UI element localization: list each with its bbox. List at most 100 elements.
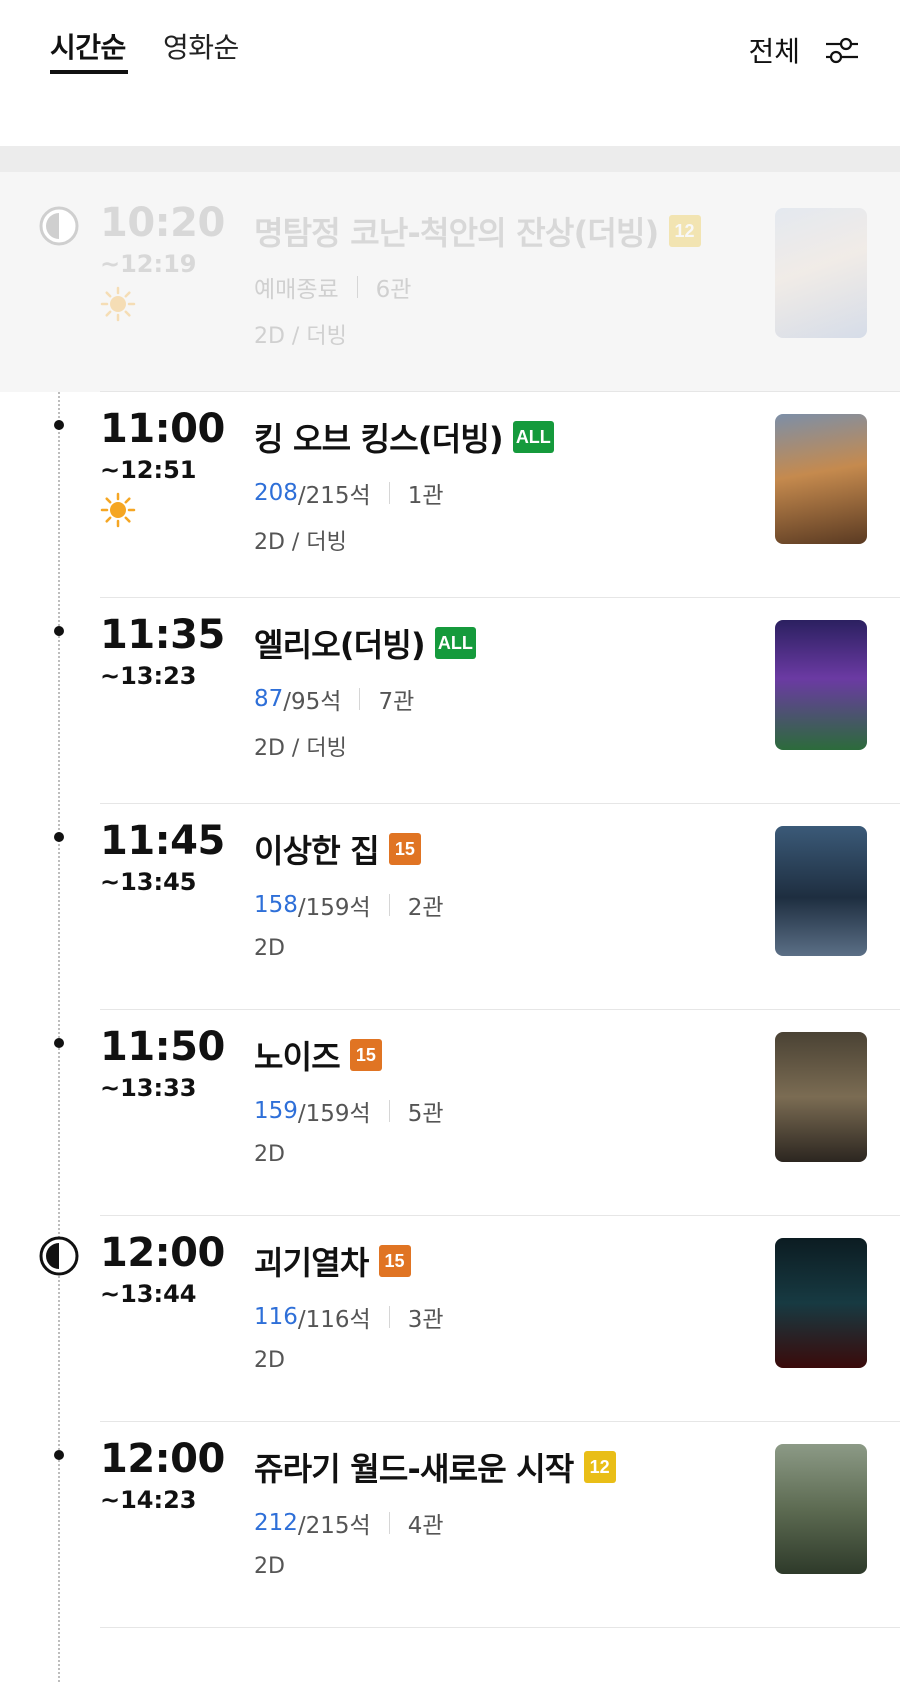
seats-info: 212/215석 4관	[254, 1506, 444, 1540]
header: 시간순 영화순 전체	[0, 0, 900, 146]
movie-poster[interactable]	[775, 1238, 867, 1368]
seats-total: /159석	[297, 1101, 371, 1127]
movie-poster[interactable]	[775, 826, 867, 956]
end-time: ~13:45	[100, 868, 197, 896]
movie-title: 명탐정 코난-척안의 잔상(더빙)	[254, 214, 659, 252]
end-time: ~14:23	[100, 1486, 197, 1514]
movie-title: 킹 오브 킹스(더빙)	[254, 420, 504, 458]
title-line: 괴기열차 15	[254, 1238, 411, 1284]
active-tab-indicator	[50, 70, 128, 74]
separator	[356, 276, 358, 298]
movie-title: 괴기열차	[254, 1244, 369, 1282]
seats-available: 158	[254, 892, 298, 918]
hall-number: 3관	[407, 1307, 444, 1333]
movie-poster[interactable]	[775, 208, 867, 338]
showtime-row[interactable]: 12:00 ~13:44 괴기열차 15 116/116석 3관 2D	[0, 1202, 900, 1422]
seats-info: 116/116석 3관	[254, 1300, 444, 1334]
separator	[388, 1306, 390, 1328]
seats-total: /116석	[297, 1307, 371, 1333]
showtime-row[interactable]: 11:00 ~12:51 킹 오브 킹스(더빙) ALL 208/215석 1관 …	[0, 378, 900, 598]
seats-info: 158/159석 2관	[254, 888, 444, 922]
seats-available: 159	[254, 1098, 298, 1124]
movie-title: 노이즈	[254, 1038, 341, 1076]
movie-poster[interactable]	[775, 1032, 867, 1162]
hall-number: 7관	[378, 689, 415, 715]
age-rating-badge: ALL	[512, 421, 554, 453]
seats-info: 87/95석 7관	[254, 682, 414, 716]
start-time: 11:45	[100, 818, 225, 864]
movie-poster[interactable]	[775, 620, 867, 750]
start-time: 12:00	[100, 1230, 225, 1276]
title-line: 엘리오(더빙) ALL	[254, 620, 476, 666]
clock-half-icon	[39, 206, 79, 246]
age-rating-badge: 15	[349, 1039, 382, 1071]
end-time: ~12:51	[100, 456, 197, 484]
title-line: 킹 오브 킹스(더빙) ALL	[254, 414, 554, 460]
end-time: ~12:19	[100, 250, 197, 278]
movie-poster[interactable]	[775, 414, 867, 544]
age-rating-badge: 15	[388, 833, 421, 865]
hall-number: 5관	[407, 1101, 444, 1127]
seats-info: 208/215석 1관	[254, 476, 444, 510]
end-time: ~13:33	[100, 1074, 197, 1102]
sun-icon	[100, 286, 136, 322]
sun-icon	[100, 492, 136, 528]
movie-title: 엘리오(더빙)	[254, 626, 426, 664]
title-line: 쥬라기 월드-새로운 시작 12	[254, 1444, 616, 1490]
hall-number: 6관	[375, 277, 412, 303]
format-label: 2D / 더빙	[254, 324, 347, 349]
separator	[388, 894, 390, 916]
separator	[359, 688, 361, 710]
start-time: 12:00	[100, 1436, 225, 1482]
seats-available: 87	[254, 686, 284, 712]
start-time: 11:35	[100, 612, 225, 658]
movie-title: 이상한 집	[254, 832, 380, 870]
title-line: 노이즈 15	[254, 1032, 382, 1078]
seats-info: 예매종료 6관	[254, 270, 411, 304]
seats-total: /159석	[297, 895, 371, 921]
showtime-row[interactable]: 12:00 ~14:23 쥬라기 월드-새로운 시작 12 212/215석 4관…	[0, 1408, 900, 1628]
seats-total: /95석	[283, 689, 342, 715]
title-line: 명탐정 코난-척안의 잔상(더빙) 12	[254, 208, 701, 254]
format-label: 2D	[254, 1348, 285, 1373]
age-rating-badge: 12	[583, 1451, 616, 1483]
showtime-row[interactable]: 11:45 ~13:45 이상한 집 15 158/159석 2관 2D	[0, 790, 900, 1010]
seats-total: /215석	[297, 1513, 371, 1539]
seats-total: /215석	[297, 483, 371, 509]
format-label: 2D	[254, 1554, 285, 1579]
clock-half-icon	[39, 1236, 79, 1276]
title-line: 이상한 집 15	[254, 826, 421, 872]
format-label: 2D / 더빙	[254, 530, 347, 555]
movie-poster[interactable]	[775, 1444, 867, 1574]
filter-sliders-icon[interactable]	[822, 34, 862, 66]
seats-available: 208	[254, 480, 298, 506]
movie-title: 쥬라기 월드-새로운 시작	[254, 1450, 574, 1488]
showtime-row[interactable]: 10:20 ~12:19 명탐정 코난-척안의 잔상(더빙) 12 예매종료 6관…	[0, 172, 900, 392]
start-time: 11:00	[100, 406, 225, 452]
hall-number: 4관	[407, 1513, 444, 1539]
timeline-dot-icon	[54, 1450, 64, 1460]
showtime-row[interactable]: 11:50 ~13:33 노이즈 15 159/159석 5관 2D	[0, 996, 900, 1216]
format-label: 2D / 더빙	[254, 736, 347, 761]
tab-by-movie[interactable]: 영화순	[163, 26, 239, 66]
showtime-row[interactable]: 11:35 ~13:23 엘리오(더빙) ALL 87/95석 7관 2D / 더…	[0, 584, 900, 804]
end-time: ~13:44	[100, 1280, 197, 1308]
timeline-dot-icon	[54, 832, 64, 842]
booking-status: 예매종료	[254, 277, 339, 303]
seats-available: 212	[254, 1510, 298, 1536]
filter-all-button[interactable]: 전체	[748, 30, 800, 70]
age-rating-badge: 12	[668, 215, 701, 247]
age-rating-badge: 15	[378, 1245, 411, 1277]
section-divider	[0, 146, 900, 172]
timeline-dot-icon	[54, 1038, 64, 1048]
end-time: ~13:23	[100, 662, 197, 690]
separator	[388, 1100, 390, 1122]
timeline-dot-icon	[54, 626, 64, 636]
format-label: 2D	[254, 936, 285, 961]
seats-available: 116	[254, 1304, 298, 1330]
tab-by-time[interactable]: 시간순	[50, 26, 126, 66]
start-time: 11:50	[100, 1024, 225, 1070]
hall-number: 2관	[407, 895, 444, 921]
separator	[388, 482, 390, 504]
start-time: 10:20	[100, 200, 225, 246]
